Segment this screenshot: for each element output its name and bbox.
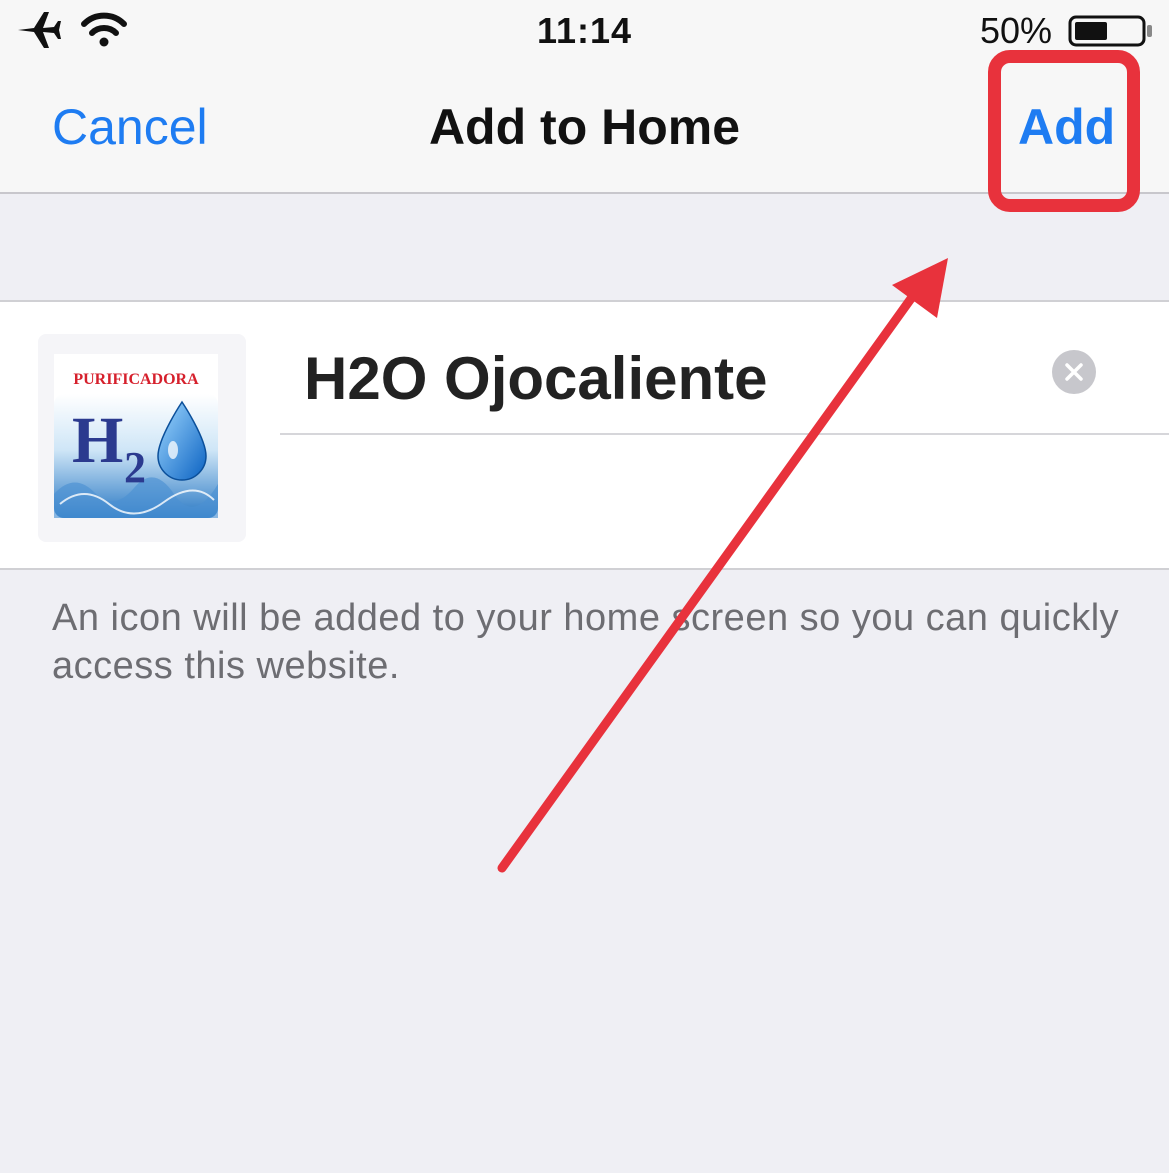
clear-icon [1065, 363, 1083, 381]
app-icon: PURIFICADORA H 2 [54, 354, 218, 518]
logo-main-text: H [72, 404, 123, 477]
bookmark-form: PURIFICADORA H 2 [0, 300, 1169, 570]
status-bar: 11:14 50% [0, 0, 1169, 62]
page-title: Add to Home [428, 99, 741, 155]
bookmark-name-input[interactable] [280, 338, 1040, 418]
app-icon-container: PURIFICADORA H 2 [38, 334, 246, 542]
footer-note: An icon will be added to your home scree… [52, 597, 1120, 687]
logo-subscript: 2 [124, 443, 146, 492]
add-button[interactable]: Add [1018, 98, 1115, 156]
battery-percent: 50% [980, 10, 1053, 51]
input-underline [280, 433, 1169, 435]
logo-top-text: PURIFICADORA [73, 371, 199, 388]
navigation-bar: Cancel Add to Home Add [0, 62, 1169, 194]
add-to-home-screen: 11:14 50% Cancel Add to Home Add PURIFIC… [0, 0, 1169, 1173]
battery-icon [1068, 15, 1152, 47]
clear-text-button[interactable] [1052, 350, 1096, 394]
